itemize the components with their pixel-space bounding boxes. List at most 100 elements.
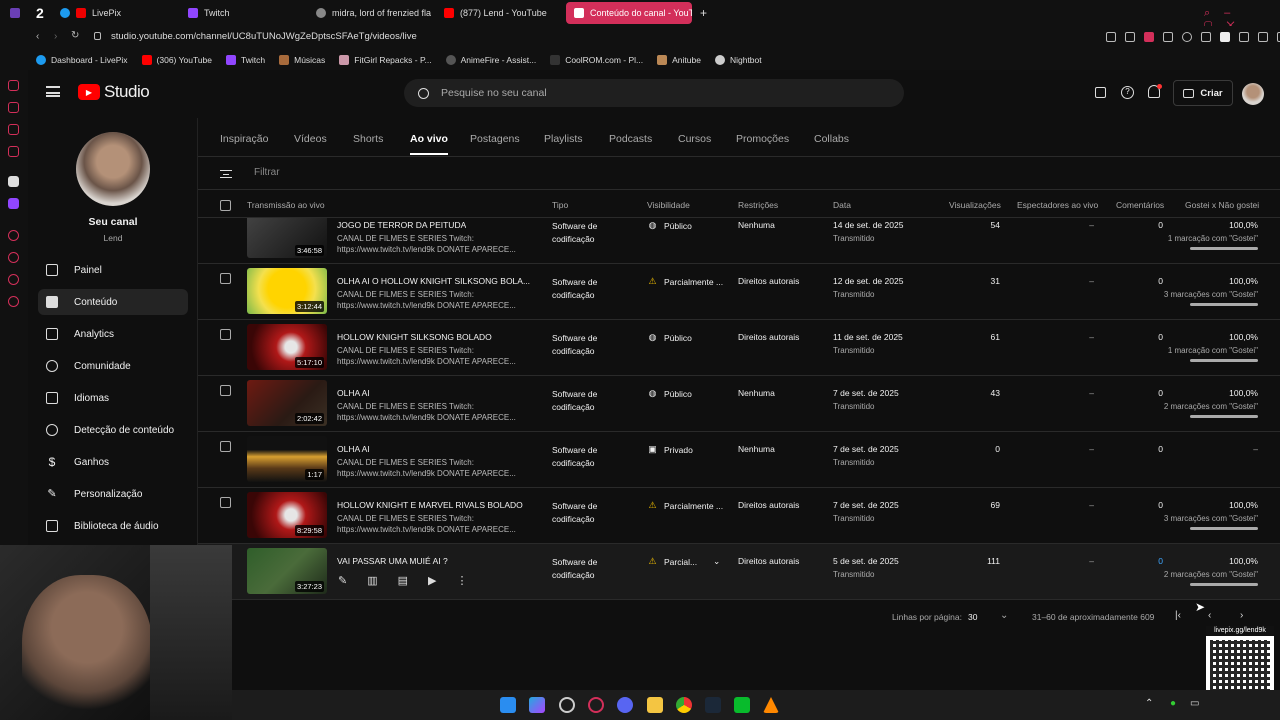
col-tipo[interactable]: Tipo: [552, 200, 568, 210]
new-tab-icon[interactable]: +: [692, 2, 708, 24]
tab-inspiracao[interactable]: Inspiração: [220, 133, 268, 155]
extension-icons[interactable]: [1106, 32, 1280, 42]
video-thumbnail[interactable]: 8:29:58: [247, 492, 327, 538]
bookmark-nightbot[interactable]: Nightbot: [714, 55, 762, 65]
prev-page-icon[interactable]: ‹: [1208, 610, 1211, 621]
tab-cursos[interactable]: Cursos: [678, 133, 711, 155]
tab-promocoes[interactable]: Promoções: [736, 133, 789, 155]
url-field[interactable]: studio.youtube.com/channel/UC8uTUNoJWgZe…: [111, 31, 1111, 45]
forward-icon[interactable]: ›: [54, 31, 57, 42]
bookmark-coolrom[interactable]: CoolROM.com - Pl...: [550, 55, 643, 65]
bookmark-twitch[interactable]: Twitch: [226, 55, 265, 65]
sidebar-app-icon[interactable]: [8, 102, 19, 113]
more-options-icon[interactable]: ⋮: [457, 574, 468, 587]
nav-item-comunidade[interactable]: Comunidade: [38, 353, 188, 379]
nav-item-deteccao[interactable]: Detecção de conteúdo: [38, 417, 188, 443]
sidebar-app-icon[interactable]: [8, 176, 19, 187]
account-avatar[interactable]: [1242, 83, 1264, 105]
table-row[interactable]: 3:12:44 OLHA AI O HOLLOW KNIGHT SILKSONG…: [198, 264, 1280, 320]
windows-start-icon[interactable]: [500, 697, 516, 713]
sidebar-app-icon[interactable]: [8, 252, 19, 263]
row-checkbox[interactable]: [220, 441, 231, 452]
tab-studio-active[interactable]: Conteúdo do canal - YouT: [566, 2, 692, 24]
visibility[interactable]: ⚠ Parcialmente ...: [647, 276, 723, 287]
bookmark-fitgirl[interactable]: FitGirl Repacks - P...: [339, 55, 432, 65]
col-visibilidade[interactable]: Visibilidade: [647, 200, 690, 210]
nav-item-idiomas[interactable]: Idiomas: [38, 385, 188, 411]
select-all-checkbox[interactable]: [220, 200, 231, 211]
nav-item-ganhos[interactable]: $ Ganhos: [38, 449, 188, 475]
table-row[interactable]: 1:17 OLHA AI CANAL DE FILMES E SERIES Tw…: [198, 432, 1280, 488]
steam-like-icon[interactable]: [559, 697, 575, 713]
row-checkbox[interactable]: [220, 497, 231, 508]
col-gostei[interactable]: Gostei x Não gostei: [1185, 200, 1259, 210]
video-thumbnail[interactable]: 3:27:23: [247, 548, 327, 594]
nav-item-biblioteca[interactable]: Biblioteca de áudio: [38, 513, 188, 539]
table-row[interactable]: 8:29:58 HOLLOW KNIGHT E MARVEL RIVALS BO…: [198, 488, 1280, 544]
bookmark-youtube[interactable]: (306) YouTube: [141, 55, 212, 65]
table-row[interactable]: 2:02:42 OLHA AI CANAL DE FILMES E SERIES…: [198, 376, 1280, 432]
nav-item-painel[interactable]: Painel: [38, 257, 188, 283]
video-title[interactable]: HOLLOW KNIGHT SILKSONG BOLADO: [337, 332, 492, 342]
settings-icon[interactable]: [8, 296, 19, 307]
tab-twitch[interactable]: Twitch: [180, 2, 308, 24]
filter-input[interactable]: Filtrar: [254, 167, 280, 178]
table-row[interactable]: 5:17:10 HOLLOW KNIGHT SILKSONG BOLADO CA…: [198, 320, 1280, 376]
studio-logo[interactable]: ▶ Studio: [78, 82, 150, 102]
tab-playlists[interactable]: Playlists: [544, 133, 583, 155]
rows-per-page-select[interactable]: 30: [968, 612, 977, 622]
comments-icon[interactable]: ▤: [398, 574, 408, 587]
row-checkbox[interactable]: [220, 329, 231, 340]
chrome-icon[interactable]: [676, 697, 692, 713]
col-restricoes[interactable]: Restrições: [738, 200, 778, 210]
help-icon[interactable]: ?: [1121, 86, 1134, 99]
video-title[interactable]: OLHA AI: [337, 388, 370, 398]
bookmark-livepix[interactable]: Dashboard - LivePix: [36, 55, 128, 65]
sidebar-app-icon[interactable]: [8, 230, 19, 241]
col-data[interactable]: Data: [833, 200, 851, 210]
search-input[interactable]: Pesquise no seu canal: [404, 79, 904, 107]
video-title[interactable]: OLHA AI: [337, 444, 370, 454]
bookmark-musicas[interactable]: Músicas: [279, 55, 325, 65]
tab-videos[interactable]: Vídeos: [294, 133, 327, 155]
visibility[interactable]: ◍ Público: [647, 332, 692, 343]
edit-icon[interactable]: ✎: [338, 574, 347, 587]
video-thumbnail[interactable]: 5:17:10: [247, 324, 327, 370]
nav-item-conteudo[interactable]: Conteúdo: [38, 289, 188, 315]
visibility[interactable]: ◍ Público: [647, 220, 692, 231]
tab-podcasts[interactable]: Podcasts: [609, 133, 652, 155]
tab-postagens[interactable]: Postagens: [470, 133, 520, 155]
col-espectadores[interactable]: Espectadores ao vivo: [1017, 200, 1098, 210]
tray-chevron-icon[interactable]: ⌃: [1145, 698, 1153, 709]
sidebar-app-icon[interactable]: [8, 146, 19, 157]
table-row[interactable]: 3:46:58 JOGO DE TERROR DA PEITUDA CANAL …: [198, 218, 1280, 264]
microphone-icon[interactable]: ●: [1170, 698, 1176, 709]
steam-icon[interactable]: [705, 697, 721, 713]
tab-ao-vivo[interactable]: Ao vivo: [410, 133, 448, 155]
next-page-icon[interactable]: ›: [1240, 610, 1243, 621]
nav-item-analytics[interactable]: Analytics: [38, 321, 188, 347]
opera-gx-icon[interactable]: [588, 697, 604, 713]
bookmark-animefire[interactable]: AnimeFire - Assist...: [445, 55, 536, 65]
tab-midra[interactable]: midra, lord of frenzied fla: [308, 2, 436, 24]
col-visualizacoes[interactable]: Visualizações: [949, 200, 1001, 210]
video-thumbnail[interactable]: 3:12:44: [247, 268, 327, 314]
sidebar-app-icon[interactable]: [8, 124, 19, 135]
chevron-down-icon[interactable]: ⌄: [1000, 610, 1008, 621]
analytics-icon[interactable]: ▥: [367, 574, 377, 587]
sidebar-app-icon[interactable]: [8, 80, 19, 91]
tab-collabs[interactable]: Collabs: [814, 133, 849, 155]
video-title[interactable]: HOLLOW KNIGHT E MARVEL RIVALS BOLADO: [337, 500, 523, 510]
tab-livepix[interactable]: LivePix: [52, 2, 180, 24]
tray-icon[interactable]: ▭: [1190, 698, 1199, 709]
youtube-play-icon[interactable]: ▶: [428, 574, 436, 587]
reload-icon[interactable]: ↻: [71, 30, 79, 41]
discord-icon[interactable]: [617, 697, 633, 713]
nav-item-personalizacao[interactable]: ✎ Personalização: [38, 481, 188, 507]
channel-avatar[interactable]: [76, 132, 150, 206]
first-page-icon[interactable]: |‹: [1175, 610, 1181, 621]
copilot-icon[interactable]: [529, 697, 545, 713]
app-icon[interactable]: [734, 697, 750, 713]
create-button[interactable]: Criar: [1173, 80, 1233, 106]
video-thumbnail[interactable]: 2:02:42: [247, 380, 327, 426]
